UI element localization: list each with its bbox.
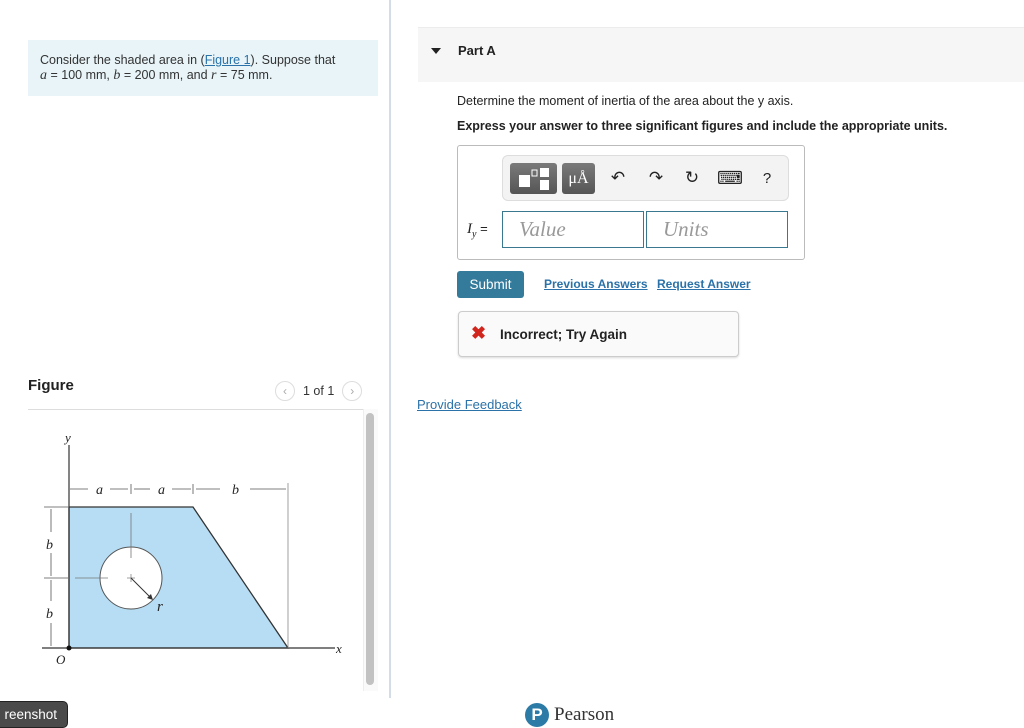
figure-diagram: r y x O a a b b b [42,430,342,667]
templates-icon [519,168,549,190]
chevron-right-icon: › [350,384,355,398]
and-text: , and [179,68,212,82]
label-a1: a [96,483,103,498]
feedback-message: ✖ Incorrect; Try Again [458,311,739,357]
figure-pager: ‹ 1 of 1 › [275,380,363,402]
math-toolbar: μÅ ↶ ↷ ↻ ⌨ ? [502,155,789,201]
left-dimension [44,506,68,646]
label-eq: = [476,221,488,236]
pearson-logo: P Pearson [525,703,614,727]
prev-figure-button[interactable]: ‹ [275,381,295,401]
provide-feedback-link[interactable]: Provide Feedback [417,397,522,412]
screenshot-button[interactable]: reenshot [0,701,68,728]
label-b-top: b [232,483,239,498]
pager-count: 1 of 1 [303,384,335,398]
label-origin: O [56,652,66,667]
units-input[interactable]: Units [646,211,788,248]
previous-answers-link[interactable]: Previous Answers [544,277,648,291]
label-b-left2: b [46,607,53,622]
figure-scrollbar-thumb[interactable] [366,413,374,685]
label-b-left1: b [46,538,53,553]
units-button[interactable]: μÅ [562,163,595,194]
reset-icon[interactable]: ↻ [680,168,704,188]
problem-statement: Consider the shaded area in (Figure 1). … [28,40,378,96]
label-y: y [63,430,71,445]
origin-point [66,645,72,651]
label-x: x [335,641,342,656]
feedback-text: Incorrect; Try Again [500,327,628,342]
part-title: Part A [458,43,496,58]
units-placeholder: Units [663,217,709,241]
templates-button[interactable] [510,163,557,194]
chevron-left-icon: ‹ [283,384,287,398]
keyboard-icon[interactable]: ⌨ [717,168,743,189]
figure-title: Figure [28,377,74,394]
next-figure-button[interactable]: › [342,381,363,401]
pearson-p-icon: P [525,703,549,727]
screenshot-label: reenshot [4,707,57,722]
redo-icon[interactable]: ↷ [644,168,668,188]
submit-button[interactable]: Submit [457,271,524,298]
var-a: a [40,68,47,83]
question-text: Determine the moment of inertia of the a… [457,94,794,108]
label-a2: a [158,483,165,498]
instruction-text: Express your answer to three significant… [457,119,948,133]
value-placeholder: Value [519,217,566,241]
undo-icon[interactable]: ↶ [606,168,630,188]
problem-intro: Consider the shaded area in ( [40,53,205,67]
value-b: = 200 mm [120,68,180,82]
label-r: r [157,599,163,615]
panel-splitter[interactable] [389,0,391,698]
value-input[interactable]: Value [502,211,644,248]
value-r: = 75 mm [216,68,269,82]
value-a: = 100 mm [47,68,107,82]
problem-intro-end: ). Suppose that [250,53,336,67]
help-icon[interactable]: ? [755,170,779,187]
request-answer-link[interactable]: Request Answer [657,277,751,291]
collapse-triangle-icon[interactable] [431,48,441,54]
error-x-icon: ✖ [471,323,487,343]
part-a-header[interactable] [418,27,1024,82]
figure-link[interactable]: Figure 1 [205,53,251,67]
period: . [268,68,273,82]
pearson-brand: Pearson [554,704,615,725]
figure-divider [28,409,378,410]
answer-label: Iy = [467,221,488,240]
mu-angstrom-icon: μÅ [568,169,589,187]
